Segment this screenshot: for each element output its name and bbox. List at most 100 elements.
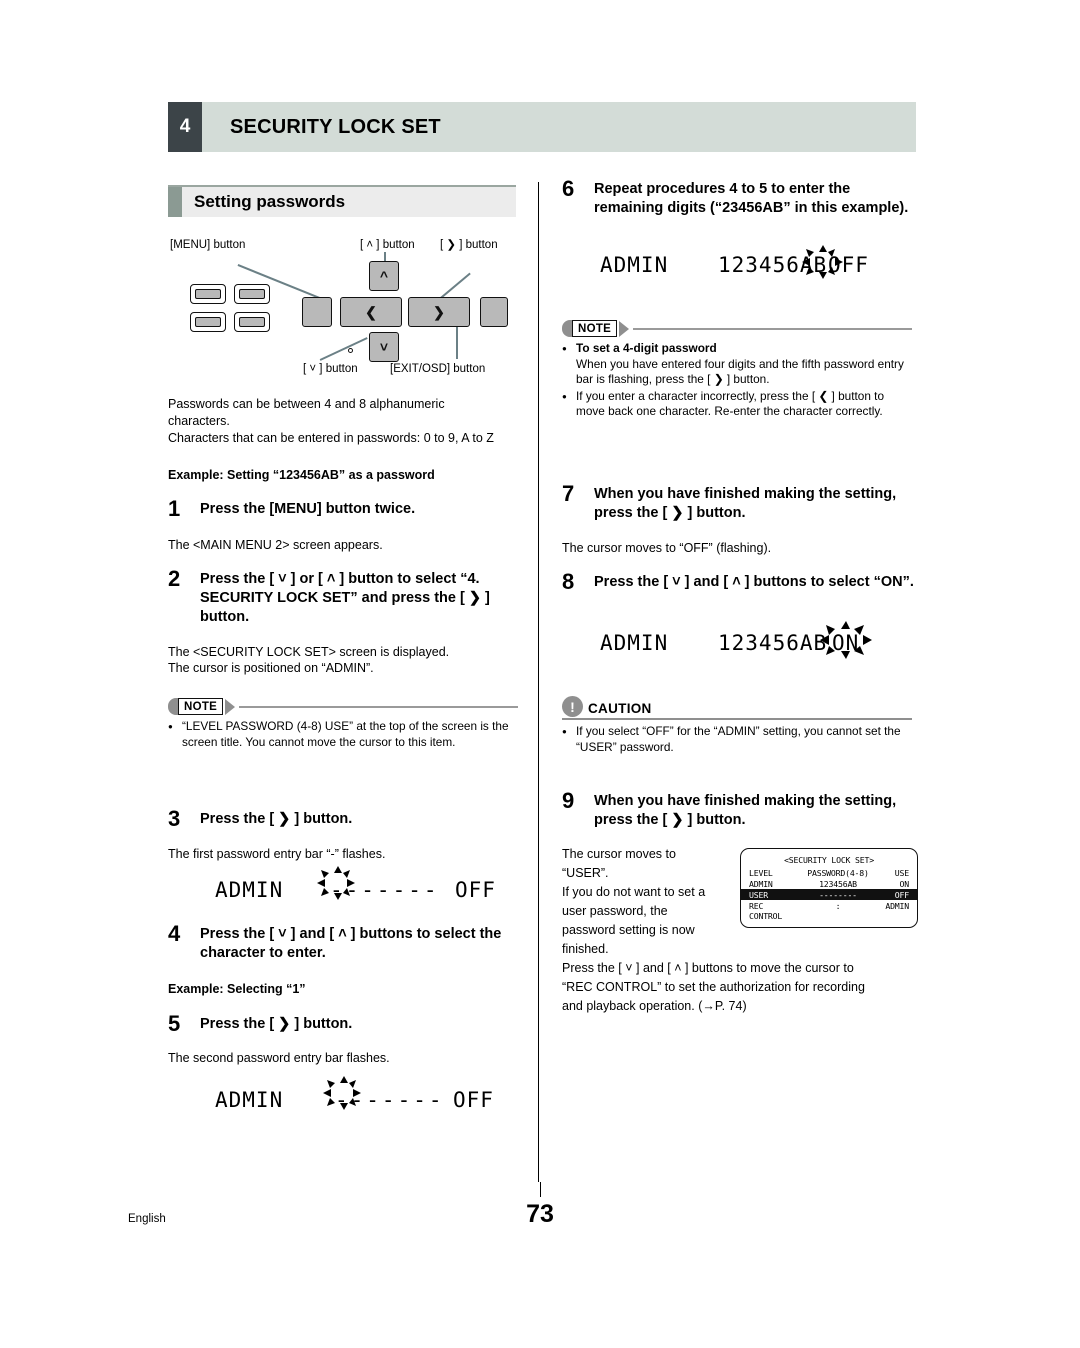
osd-row[interactable]: ADMIN 123456AB ON (741, 878, 917, 889)
exclamation-icon: ! (562, 696, 583, 717)
step-9-body-1: The cursor moves to (562, 847, 676, 861)
display-6-value: OFF (828, 253, 869, 277)
step-1: 1 Press the [MENU] button twice. (168, 496, 518, 521)
step-6-number: 6 (562, 176, 575, 201)
osd-cell-value: PASSWORD(4-8) (807, 868, 869, 878)
note-right-tag: NOTE (562, 320, 912, 337)
intro-line-2: characters. (168, 414, 230, 428)
step-5-text: Press the [ ❯ ] button. (200, 1016, 353, 1032)
step-3-text: Press the [ ❯ ] button. (200, 811, 353, 827)
remote-control-diagram: ❮ ^ ˅ ❯ (168, 236, 518, 381)
chevron-down-icon: ˅ (379, 339, 389, 355)
step-7: 7 When you have finished making the sett… (562, 481, 922, 523)
osd-cell-label: REC CONTROL (749, 901, 783, 921)
step-7-text: When you have finished making the settin… (594, 486, 897, 521)
step-3-body: The first password entry bar “-” flashes… (168, 847, 386, 861)
page-header: 4 SECURITY LOCK SET (168, 102, 916, 152)
step-9: 9 When you have finished making the sett… (562, 788, 922, 830)
osd-cell-label: ADMIN (749, 879, 773, 889)
note-right: NOTE To set a 4-digit password When you … (562, 320, 912, 421)
note-right-rule (633, 327, 912, 330)
note-right-item-1-title: To set a 4-digit password (576, 341, 717, 355)
step-9-body-5: password setting is now (562, 923, 695, 937)
step-1-text: Press the [MENU] button twice. (200, 501, 416, 517)
step-9-body-9: and playback operation. (→P. 74) (562, 999, 747, 1013)
step-7-body: The cursor moves to “OFF” (flashing). (562, 541, 772, 555)
step-9-body-2: “USER”. (562, 866, 609, 880)
caution-list: If you select “OFF” for the “ADMIN” sett… (562, 724, 912, 755)
osd-cell-state: ON (899, 879, 910, 889)
remote-button-c[interactable] (190, 312, 226, 332)
chevron-right-icon: ❯ (433, 303, 445, 320)
footer-tick (540, 1182, 541, 1197)
osd-cell-label: LEVEL (749, 868, 773, 878)
step-1-number: 1 (168, 496, 181, 521)
column-divider (538, 182, 539, 1182)
display-3-flash-group: ------- (317, 866, 440, 902)
right-button[interactable]: ❯ (408, 297, 470, 327)
chevron-left-icon: ❮ (365, 303, 377, 320)
note-right-item-1: To set a 4-digit password When you have … (562, 341, 912, 388)
note-left-tag: NOTE (168, 698, 518, 715)
up-button[interactable]: ^ (369, 261, 399, 291)
menu-button[interactable] (302, 297, 332, 327)
step-9-body-8: “REC CONTROL” to set the authorization f… (562, 980, 865, 994)
display-8-value-group: ON (820, 621, 872, 659)
display-step-8: ADMIN 123456AB ON (600, 621, 872, 659)
note-left-label: NOTE (178, 698, 224, 715)
note-left-cap-icon (168, 698, 178, 715)
note-right-item-2: If you enter a character incorrectly, pr… (562, 389, 912, 420)
note-left-arrow-icon (225, 698, 236, 715)
caution-block: ! CAUTION If you select “OFF” for the “A… (562, 695, 912, 756)
note-right-list: To set a 4-digit password When you have … (562, 341, 912, 420)
step-5-body: The second password entry bar flashes. (168, 1051, 390, 1065)
step-4-text: Press the [ ˅ ] and [ ˄ ] buttons to sel… (200, 926, 502, 961)
osd-row[interactable]: REC CONTROL : ADMIN (741, 900, 917, 921)
osd-row-selected[interactable]: USER -------- OFF (741, 889, 917, 900)
section-heading: Setting passwords (168, 185, 516, 217)
remote-button-a[interactable] (190, 284, 226, 304)
osd-cell-state: USE (894, 868, 909, 878)
step-2-body-2: The cursor is positioned on “ADMIN”. (168, 661, 374, 675)
step-4-example: Example: Selecting “1” (168, 982, 306, 996)
intro-line-1: Passwords can be between 4 and 8 alphanu… (168, 397, 445, 411)
step-5: 5 Press the [ ❯ ] button. (168, 1011, 518, 1036)
chevron-up-icon: ^ (379, 268, 389, 284)
display-3-value: OFF (455, 878, 496, 902)
display-5-value: OFF (453, 1088, 494, 1112)
chapter-number: 4 (168, 102, 202, 152)
remote-button-d[interactable] (234, 312, 270, 332)
remote-button-b[interactable] (234, 284, 270, 304)
step-7-number: 7 (562, 481, 575, 506)
osd-cell-state: ADMIN (885, 901, 909, 911)
osd-cell-value: -------- (819, 890, 857, 900)
step-8-text: Press the [ ˅ ] and [ ˄ ] buttons to sel… (594, 574, 914, 590)
osd-rows: LEVEL PASSWORD(4-8) USE ADMIN 123456AB O… (741, 867, 917, 921)
leader-line-down (319, 337, 368, 361)
display-5-flash-group: ------- (323, 1076, 445, 1112)
note-right-item-1-body: When you have entered four digits and th… (576, 356, 904, 387)
step-3-number: 3 (168, 806, 181, 831)
caution-rule (562, 718, 912, 720)
step-2: 2 Press the [ ˅ ] or [ ˄ ] button to sel… (168, 566, 520, 627)
left-button[interactable]: ❮ (340, 297, 402, 327)
note-right-cap-icon (562, 320, 572, 337)
down-button[interactable]: ˅ (369, 332, 399, 362)
step-3: 3 Press the [ ❯ ] button. (168, 806, 518, 831)
step-9-body-3: If you do not want to set a (562, 885, 706, 899)
example-password-label: Example: Setting “123456AB” as a passwor… (168, 468, 435, 482)
note-right-arrow-icon (619, 320, 630, 337)
display-5-chars: ------- (335, 1088, 445, 1112)
osd-cell-value: 123456AB (819, 879, 857, 889)
step-4-number: 4 (168, 921, 181, 946)
osd-cell-state: OFF (894, 890, 909, 900)
exit-osd-button[interactable] (480, 297, 508, 327)
section-accent-block (168, 187, 182, 217)
step-5-number: 5 (168, 1011, 181, 1036)
caution-tag: ! CAUTION (562, 695, 912, 717)
osd-row[interactable]: LEVEL PASSWORD(4-8) USE (741, 867, 917, 878)
step-2-number: 2 (168, 566, 181, 591)
display-6-label: ADMIN (600, 253, 669, 277)
display-step-5: ADMIN ------- OFF (215, 1076, 493, 1112)
note-left-list: “LEVEL PASSWORD (4-8) USE” at the top of… (168, 719, 518, 750)
